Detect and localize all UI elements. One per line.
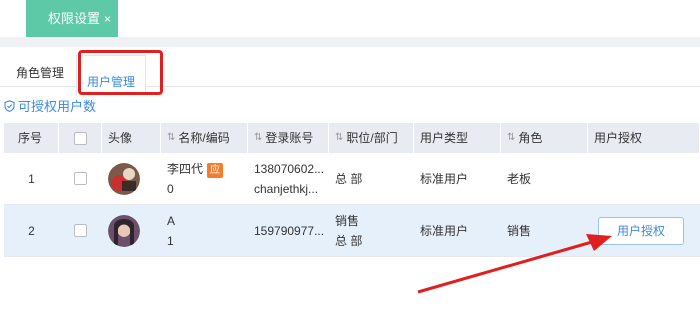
cell-name: A 1 bbox=[161, 205, 248, 256]
row-checkbox[interactable] bbox=[74, 224, 87, 237]
header-grant: 用户授权 bbox=[588, 123, 700, 153]
header-role[interactable]: ⇅ 角色 bbox=[501, 123, 588, 153]
header-user-type: 用户类型 bbox=[414, 123, 501, 153]
cell-index: 1 bbox=[28, 171, 35, 186]
sort-icon: ⇅ bbox=[167, 132, 176, 143]
page-tab-label: 权限设置 bbox=[48, 11, 101, 26]
sort-icon: ⇅ bbox=[335, 132, 344, 143]
header-position-label: 职位/部门 bbox=[346, 131, 398, 145]
header-name-label: 名称/编码 bbox=[178, 131, 230, 145]
cell-index: 2 bbox=[28, 223, 35, 238]
page-tab-bar: 权限设置 × bbox=[0, 0, 700, 38]
cell-position: 销售 总 部 bbox=[329, 205, 414, 256]
department: 总 部 bbox=[335, 233, 363, 248]
page-tab-permission-settings[interactable]: 权限设置 × bbox=[26, 0, 118, 37]
login-phone: 159790977... bbox=[254, 223, 325, 238]
tab-role-management[interactable]: 角色管理 bbox=[16, 47, 64, 87]
cell-role: 销售 bbox=[507, 224, 532, 238]
login-phone: 138070602... bbox=[254, 161, 325, 176]
permission-settings-page: 权限设置 × 角色管理 用户管理 可授权用户数 序号 头像 ⇅ 名称/编码 ⇅ 登录账… bbox=[0, 0, 700, 309]
grant-user-button[interactable]: 用户授权 bbox=[598, 216, 684, 245]
cell-avatar bbox=[102, 153, 161, 204]
header-index: 序号 bbox=[4, 123, 59, 153]
cell-user-type: 标准用户 bbox=[420, 224, 469, 238]
cell-role: 老板 bbox=[507, 172, 532, 186]
select-all-checkbox[interactable] bbox=[73, 131, 87, 145]
user-code: 0 bbox=[167, 181, 174, 196]
cell-checkbox bbox=[59, 153, 102, 204]
divider bbox=[0, 37, 700, 47]
user-name: A bbox=[167, 213, 176, 228]
cell-login: 138070602... chanjethkj... bbox=[248, 153, 329, 204]
header-select-all bbox=[59, 123, 102, 153]
user-name: 李四代 bbox=[167, 161, 204, 176]
cell-login: 159790977... bbox=[248, 205, 329, 256]
cell-grant: 用户授权 bbox=[588, 205, 700, 256]
cell-grant bbox=[588, 153, 700, 204]
header-position[interactable]: ⇅ 职位/部门 bbox=[329, 123, 414, 153]
table-header: 序号 头像 ⇅ 名称/编码 ⇅ 登录账号 ⇅ 职位/部门 用户类型 ⇅ 角色 用户授权 bbox=[4, 123, 700, 153]
header-name[interactable]: ⇅ 名称/编码 bbox=[161, 123, 248, 153]
header-login-label: 登录账号 bbox=[265, 131, 314, 145]
highlight-annotation-box bbox=[78, 50, 163, 95]
department: 总 部 bbox=[335, 171, 363, 186]
position: 销售 bbox=[335, 213, 360, 228]
row-checkbox[interactable] bbox=[74, 172, 87, 185]
cell-checkbox bbox=[59, 205, 102, 256]
login-account: chanjethkj... bbox=[254, 181, 319, 196]
authorizable-users-label: 可授权用户数 bbox=[18, 99, 97, 114]
table-row[interactable]: 2 A 1 159790977... 销售 总 部 标准用户 销售 用户授权 bbox=[4, 205, 700, 257]
sort-icon: ⇅ bbox=[507, 132, 516, 143]
authorizable-users-link[interactable]: 可授权用户数 bbox=[4, 96, 96, 115]
cell-name: 李四代应 0 bbox=[161, 153, 248, 204]
users-table: 序号 头像 ⇅ 名称/编码 ⇅ 登录账号 ⇅ 职位/部门 用户类型 ⇅ 角色 用户授权 … bbox=[4, 123, 700, 257]
cell-avatar bbox=[102, 205, 161, 256]
header-login[interactable]: ⇅ 登录账号 bbox=[248, 123, 329, 153]
shield-check-icon bbox=[4, 99, 15, 112]
cell-user-type: 标准用户 bbox=[420, 172, 469, 186]
avatar bbox=[108, 214, 140, 247]
table-row[interactable]: 1 李四代应 0 138070602... chanjethkj... 总 部 … bbox=[4, 153, 700, 205]
header-role-label: 角色 bbox=[518, 131, 543, 145]
cell-position: 总 部 bbox=[329, 153, 414, 204]
avatar bbox=[108, 162, 140, 195]
close-icon[interactable]: × bbox=[104, 12, 111, 26]
header-avatar: 头像 bbox=[102, 123, 161, 153]
sort-icon: ⇅ bbox=[254, 132, 263, 143]
status-badge: 应 bbox=[207, 162, 224, 178]
user-code: 1 bbox=[167, 233, 174, 248]
